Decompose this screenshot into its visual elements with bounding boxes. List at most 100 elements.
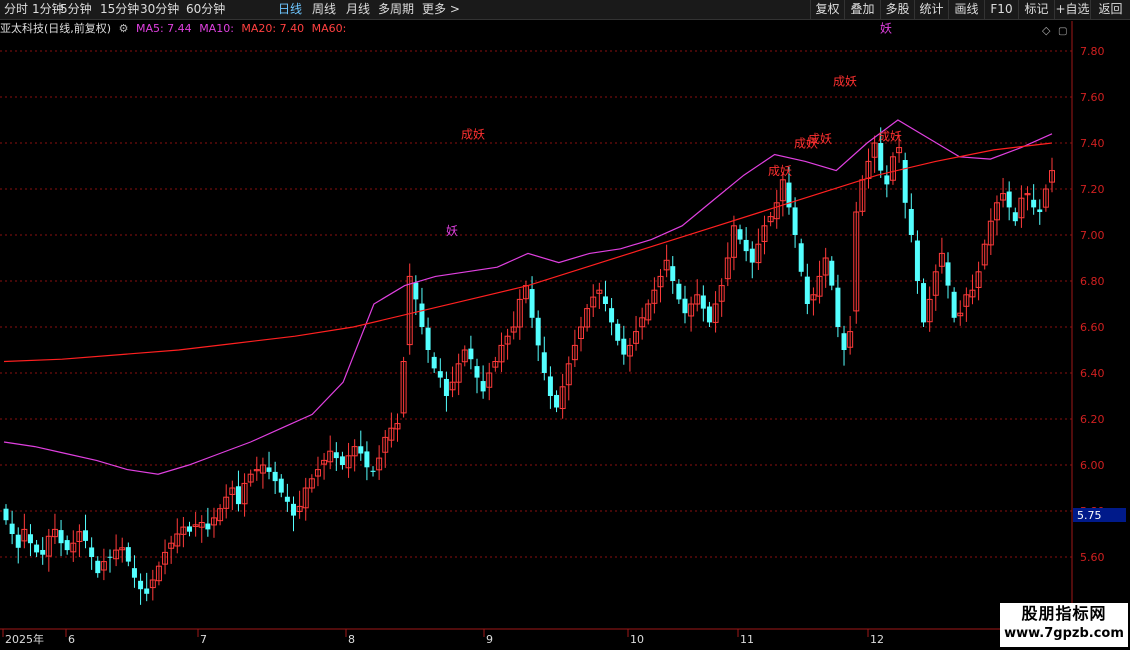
candle-body-down — [27, 534, 33, 544]
period-tab-5[interactable]: 60分钟 — [186, 0, 225, 19]
toolbar-button-1[interactable]: 叠加 — [844, 0, 880, 20]
watermark-logo: 股朋指标网 www.7gpzb.com — [1000, 603, 1128, 647]
kline-chart[interactable]: 7.80 7.60 7.40 7.20 7.00 6.80 6.60 6.40 6.20 6.00… — [0, 21, 1130, 650]
toolbar-button-3[interactable]: 统计 — [914, 0, 948, 20]
signal-label: 成妖 — [878, 130, 902, 144]
candle-body-down — [9, 523, 15, 534]
candle-body-down — [339, 456, 345, 465]
price-tick: 7.40 — [1080, 137, 1105, 150]
candle-body-down — [835, 287, 841, 327]
candle-body-down — [358, 446, 364, 454]
candle-body-down — [64, 540, 70, 551]
period-tab-0[interactable]: 分时 — [4, 0, 28, 19]
price-tick: 5.60 — [1080, 551, 1105, 564]
candle-body-down — [908, 209, 914, 235]
price-tick: 6.80 — [1080, 275, 1105, 288]
price-tick: 6.20 — [1080, 413, 1105, 426]
candle-body-down — [468, 348, 474, 360]
period-tab-3[interactable]: 15分钟 — [100, 0, 139, 19]
candle-body-down — [878, 143, 884, 171]
candle-body-down — [144, 588, 150, 594]
candle-body-down — [333, 452, 339, 459]
period-tab-4[interactable]: 30分钟 — [140, 0, 179, 19]
time-label: 6 — [68, 633, 75, 646]
price-tick: 6.40 — [1080, 367, 1105, 380]
candle-body-down — [431, 356, 437, 369]
candle-body-down — [749, 248, 755, 263]
time-label: 9 — [486, 633, 493, 646]
toolbar-button-6[interactable]: 标记 — [1018, 0, 1054, 20]
candle-body-down — [529, 289, 535, 318]
period-tab-8[interactable]: 月线 — [346, 0, 370, 19]
box-icon: ▢ — [1058, 26, 1067, 37]
candle-body-down — [266, 467, 272, 472]
candle-body-down — [3, 508, 9, 521]
candle-body-down — [474, 366, 480, 378]
candle-body-down — [83, 530, 89, 541]
diamond-icon: ◇ — [1042, 24, 1051, 37]
period-tab-7[interactable]: 周线 — [312, 0, 336, 19]
candle-body-down — [841, 333, 847, 350]
candle-body-down — [58, 530, 64, 544]
candle-body-down — [95, 560, 101, 574]
period-tab-6[interactable]: 日线 — [278, 0, 302, 19]
signal-label: 成妖 — [461, 127, 485, 141]
candle-body-down — [700, 295, 706, 309]
candle-body-down — [480, 381, 486, 392]
candle-body-down — [15, 534, 21, 548]
candle-body-down — [205, 523, 211, 530]
period-tab-1[interactable]: 1分钟 — [32, 0, 64, 19]
price-tick: 7.80 — [1080, 45, 1105, 58]
period-toolbar: 分时 1分钟 5分钟 15分钟 30分钟 60分钟 日线 周线 月线 多周期 更多 > 复权 叠加 多股… — [0, 0, 1130, 20]
time-label: 12 — [870, 633, 884, 646]
time-label: 10 — [630, 633, 644, 646]
period-tab-10[interactable]: 更多 > — [422, 0, 460, 19]
price-tick: 7.00 — [1080, 229, 1105, 242]
signal-label: 妖 — [446, 224, 458, 238]
candle-body-down — [40, 549, 46, 555]
candle-body-down — [535, 317, 541, 346]
candle-body-down — [1006, 191, 1012, 208]
toolbar-button-5[interactable]: F10 — [984, 0, 1018, 20]
candle-body-down — [547, 376, 553, 396]
toolbar-button-8[interactable]: 返回 — [1090, 0, 1130, 20]
toolbar-button-2[interactable]: 多股 — [880, 0, 914, 20]
ma-red-line — [3, 142, 1053, 363]
candle-body-down — [670, 266, 676, 281]
time-label: 11 — [740, 633, 754, 646]
candle-body-down — [829, 260, 835, 286]
period-tab-9[interactable]: 多周期 — [378, 0, 414, 19]
price-tick: 7.60 — [1080, 91, 1105, 104]
price-tick: 6.00 — [1080, 459, 1105, 472]
candle-body-down — [602, 296, 608, 304]
candle-body-down — [737, 229, 743, 240]
candle-body-down — [290, 503, 296, 516]
time-label: 7 — [200, 633, 207, 646]
candle-body-down — [131, 568, 137, 578]
candle-body-down — [1012, 212, 1018, 222]
candle-body-down — [413, 282, 419, 300]
candle-body-down — [89, 547, 95, 557]
candle-body-down — [945, 262, 951, 286]
candle-body-down — [425, 327, 431, 350]
candle-body-down — [541, 352, 547, 373]
candle-body-down — [443, 378, 449, 396]
candle-body-down — [902, 160, 908, 203]
candle-body-down — [187, 526, 193, 532]
current-price-label: 5.75 — [1077, 509, 1102, 522]
candle-body-down — [743, 239, 749, 252]
candle-body-down — [272, 471, 278, 482]
toolbar-button-7[interactable]: +自选 — [1054, 0, 1090, 20]
toolbar-button-4[interactable]: 画线 — [948, 0, 984, 20]
candle-body-down — [609, 308, 615, 323]
candle-body-down — [792, 207, 798, 235]
candle-body-down — [621, 338, 627, 355]
toolbar-button-0[interactable]: 复权 — [810, 0, 844, 20]
candle-body-down — [921, 283, 927, 323]
signal-label: 成妖 — [768, 164, 792, 178]
candle-body-down — [437, 371, 443, 378]
candle-body-down — [804, 276, 810, 304]
candle-body-down — [235, 486, 241, 505]
period-tab-2[interactable]: 5分钟 — [60, 0, 92, 19]
candle-body-down — [419, 303, 425, 327]
